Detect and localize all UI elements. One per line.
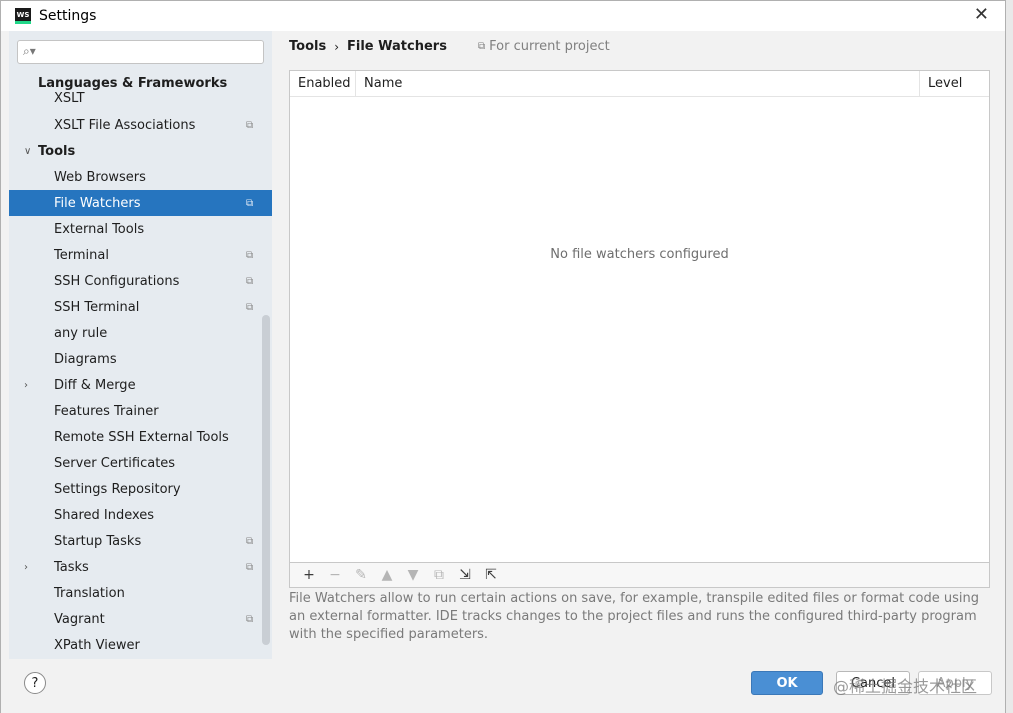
watermark-text: @稀土掘金技术社区 xyxy=(833,677,978,696)
sidebar-item-ssh-terminal[interactable]: SSH Terminal ⧉ xyxy=(9,294,272,320)
edit-icon[interactable]: ✎ xyxy=(348,564,374,586)
sidebar-item-label: XPath Viewer xyxy=(54,637,140,653)
project-scope-icon: ⧉ xyxy=(478,41,486,52)
sidebar-item-label: Diff & Merge xyxy=(54,377,136,393)
sidebar-item-label: Terminal xyxy=(54,247,109,263)
export-icon[interactable]: ⇱ xyxy=(478,564,504,586)
window-title: Settings xyxy=(39,8,97,24)
import-icon[interactable]: ⇲ xyxy=(452,564,478,586)
sidebar-item-label: Tasks xyxy=(54,559,89,575)
move-down-icon[interactable]: ▼ xyxy=(400,564,426,586)
search-input[interactable]: ⌕▾ xyxy=(17,40,264,64)
sidebar-item-label: XSLT File Associations xyxy=(54,117,196,133)
ok-button[interactable]: OK xyxy=(751,671,823,695)
scope-indicator: ⧉ For current project xyxy=(478,39,610,54)
close-icon[interactable]: ✕ xyxy=(974,6,989,24)
sidebar-item-terminal[interactable]: Terminal ⧉ xyxy=(9,242,272,268)
project-scope-icon: ⧉ xyxy=(246,535,254,547)
sidebar-item-settings-repository[interactable]: Settings Repository xyxy=(9,476,272,502)
scope-label: For current project xyxy=(489,39,610,54)
settings-dialog: WS Settings ✕ ⌕▾ Languages & Frameworks … xyxy=(0,0,1006,713)
minus-icon[interactable]: − xyxy=(322,564,348,586)
sidebar-item-ssh-configurations[interactable]: SSH Configurations ⧉ xyxy=(9,268,272,294)
project-scope-icon: ⧉ xyxy=(246,561,254,573)
sidebar-item-tasks[interactable]: › Tasks ⧉ xyxy=(9,554,272,580)
sidebar-item-tools[interactable]: ∨ Tools xyxy=(9,138,272,164)
sidebar-item-web-browsers[interactable]: Web Browsers xyxy=(9,164,272,190)
sidebar-item-shared-indexes[interactable]: Shared Indexes xyxy=(9,502,272,528)
sidebar-item-label: Diagrams xyxy=(54,351,117,367)
sidebar-item-external-tools[interactable]: External Tools xyxy=(9,216,272,242)
search-icon: ⌕▾ xyxy=(23,44,36,58)
column-header-enabled[interactable]: Enabled xyxy=(290,71,356,96)
sidebar-item-diagrams[interactable]: Diagrams xyxy=(9,346,272,372)
sidebar-item-label: Shared Indexes xyxy=(54,507,155,523)
project-scope-icon: ⧉ xyxy=(246,613,254,625)
table-toolbar: + − ✎ ▲ ▼ ⧉ ⇲ ⇱ xyxy=(289,563,990,588)
copy-icon[interactable]: ⧉ xyxy=(426,564,452,586)
sidebar-item-label: XSLT xyxy=(54,90,85,106)
column-header-name[interactable]: Name xyxy=(356,71,919,96)
sidebar-item-label: File Watchers xyxy=(54,195,141,211)
sidebar-item-label: Server Certificates xyxy=(54,455,176,471)
help-button[interactable]: ? xyxy=(24,672,46,694)
chevron-right-icon[interactable]: › xyxy=(24,562,28,573)
sidebar-item-any-rule[interactable]: any rule xyxy=(9,320,272,346)
breadcrumb: Tools › File Watchers xyxy=(289,39,447,54)
sidebar-item-xslt-file-associations[interactable]: XSLT File Associations ⧉ xyxy=(9,112,272,138)
column-header-level[interactable]: Level xyxy=(919,71,991,96)
project-scope-icon: ⧉ xyxy=(246,197,254,209)
breadcrumb-parent[interactable]: Tools xyxy=(289,39,326,54)
sidebar-item-label: Features Trainer xyxy=(54,403,159,419)
table-header: Enabled Name Level xyxy=(290,71,989,97)
file-watchers-table[interactable]: Enabled Name Level No file watchers conf… xyxy=(289,70,990,563)
sidebar-item-xpath-viewer[interactable]: XPath Viewer xyxy=(9,632,272,658)
empty-table-message: No file watchers configured xyxy=(550,247,729,262)
sidebar-item-translation[interactable]: Translation xyxy=(9,580,272,606)
sidebar-item-label: SSH Configurations xyxy=(54,273,180,289)
sidebar-item-label: Web Browsers xyxy=(54,169,146,185)
webstorm-app-icon: WS xyxy=(15,8,31,24)
sidebar-item-xslt[interactable]: XSLT xyxy=(9,90,272,106)
sidebar-item-startup-tasks[interactable]: Startup Tasks ⧉ xyxy=(9,528,272,554)
sidebar-item-file-watchers[interactable]: File Watchers ⧉ xyxy=(9,190,272,216)
sidebar-item-label: Startup Tasks xyxy=(54,533,142,549)
description-text: File Watchers allow to run certain actio… xyxy=(289,591,979,642)
sidebar-scrollbar[interactable] xyxy=(262,315,270,645)
sidebar-item-label: Settings Repository xyxy=(54,481,181,497)
sidebar-item-label: Translation xyxy=(54,585,125,601)
sidebar-item-label: SSH Terminal xyxy=(54,299,140,315)
sidebar-item-features-trainer[interactable]: Features Trainer xyxy=(9,398,272,424)
dialog-button-bar: ? OK Cancel Apply @稀土掘金技术社区 xyxy=(1,659,1005,713)
sidebar-item-label: any rule xyxy=(54,325,108,341)
sidebar-item-label: Vagrant xyxy=(54,611,105,627)
sidebar-item-label: Tools xyxy=(38,143,76,159)
plus-icon[interactable]: + xyxy=(296,564,322,586)
breadcrumb-current: File Watchers xyxy=(347,39,447,54)
title-bar: WS Settings ✕ xyxy=(1,1,1005,31)
move-up-icon[interactable]: ▲ xyxy=(374,564,400,586)
breadcrumb-separator-icon: › xyxy=(334,39,340,54)
sidebar-item-vagrant[interactable]: Vagrant ⧉ xyxy=(9,606,272,632)
sidebar-item-diff-merge[interactable]: › Diff & Merge xyxy=(9,372,272,398)
sidebar-item-remote-ssh-external-tools[interactable]: Remote SSH External Tools xyxy=(9,424,272,450)
sidebar-item-server-certificates[interactable]: Server Certificates xyxy=(9,450,272,476)
settings-sidebar: ⌕▾ Languages & Frameworks XSLT XSLT File … xyxy=(9,31,272,659)
sidebar-item-label: Remote SSH External Tools xyxy=(54,429,229,445)
project-scope-icon: ⧉ xyxy=(246,249,254,261)
chevron-right-icon[interactable]: › xyxy=(24,380,28,391)
sidebar-group-header: Languages & Frameworks xyxy=(38,76,228,91)
project-scope-icon: ⧉ xyxy=(246,119,254,131)
sidebar-item-label: External Tools xyxy=(54,221,145,237)
project-scope-icon: ⧉ xyxy=(246,275,254,287)
project-scope-icon: ⧉ xyxy=(246,301,254,313)
chevron-down-icon[interactable]: ∨ xyxy=(24,146,31,157)
